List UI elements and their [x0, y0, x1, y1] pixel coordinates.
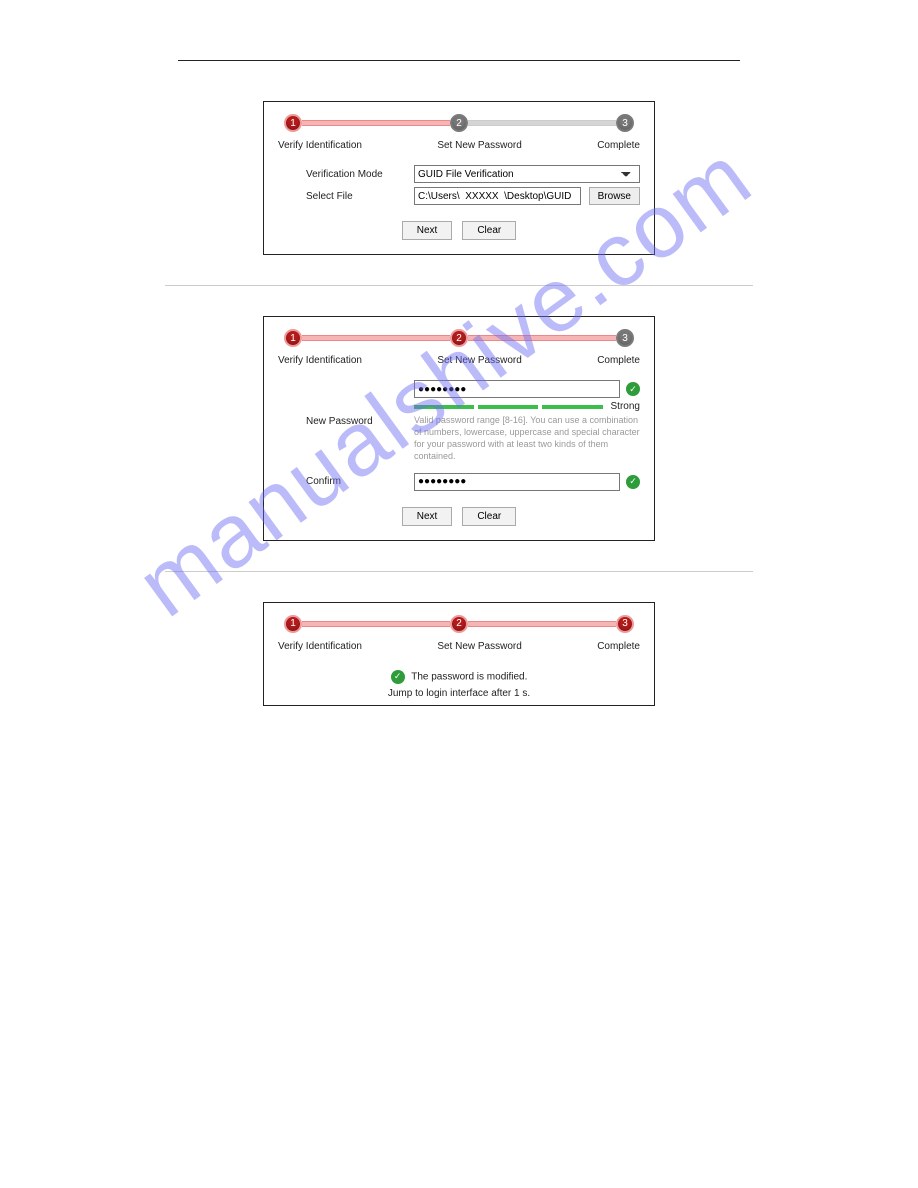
step-node-2: 2 [450, 114, 468, 132]
success-message-row: ✓ The password is modified. [278, 670, 640, 684]
strength-segment [478, 405, 538, 409]
stepper: 1 2 3 [284, 615, 634, 633]
strength-label: Strong [611, 401, 640, 412]
strength-segment [414, 405, 474, 409]
step-line-1-2 [302, 120, 450, 126]
clear-button[interactable]: Clear [462, 507, 516, 526]
step-node-3: 3 [616, 329, 634, 347]
verification-mode-label: Verification Mode [306, 169, 406, 180]
step-line-2-3 [468, 335, 616, 341]
jump-message: Jump to login interface after 1 s. [278, 688, 640, 699]
step-line-2-3 [468, 120, 616, 126]
step-line-1-2 [302, 621, 450, 627]
step-label-2: Set New Password [362, 355, 597, 366]
step-label-1: Verify Identification [278, 140, 362, 151]
step-node-2: 2 [450, 615, 468, 633]
confirm-label: Confirm [306, 476, 406, 487]
step-label-2: Set New Password [362, 641, 597, 652]
step-line-2-3 [468, 621, 616, 627]
password-strength-bar: Strong [414, 401, 640, 412]
step-label-1: Verify Identification [278, 355, 362, 366]
separator-1 [165, 285, 753, 286]
strength-segment [542, 405, 602, 409]
success-message: The password is modified. [411, 671, 527, 682]
step-node-1: 1 [284, 329, 302, 347]
verification-mode-select[interactable]: GUID File Verification [414, 165, 640, 183]
step-label-2: Set New Password [362, 140, 597, 151]
browse-button[interactable]: Browse [589, 187, 640, 205]
top-rule [178, 60, 740, 61]
step-node-1: 1 [284, 114, 302, 132]
step-labels: Verify Identification Set New Password C… [278, 355, 640, 366]
confirm-password-input[interactable] [414, 473, 620, 491]
step-label-1: Verify Identification [278, 641, 362, 652]
password-hint: Valid password range [8-16]. You can use… [414, 414, 640, 463]
check-icon: ✓ [626, 475, 640, 489]
next-button[interactable]: Next [402, 221, 453, 240]
step-node-3: 3 [616, 114, 634, 132]
check-icon: ✓ [391, 670, 405, 684]
step-labels: Verify Identification Set New Password C… [278, 140, 640, 151]
dialog-set-new-password: 1 2 3 Verify Identification Set New Pass… [263, 316, 655, 541]
clear-button[interactable]: Clear [462, 221, 516, 240]
separator-2 [165, 571, 753, 572]
select-file-label: Select File [306, 191, 406, 202]
step-node-1: 1 [284, 615, 302, 633]
step-line-1-2 [302, 335, 450, 341]
dialog-verify-identification: 1 2 3 Verify Identification Set New Pass… [263, 101, 655, 255]
step-node-2: 2 [450, 329, 468, 347]
check-icon: ✓ [626, 382, 640, 396]
step-label-3: Complete [597, 140, 640, 151]
select-file-input[interactable] [414, 187, 581, 205]
step-labels: Verify Identification Set New Password C… [278, 641, 640, 652]
new-password-input[interactable] [414, 380, 620, 398]
next-button[interactable]: Next [402, 507, 453, 526]
step-label-3: Complete [597, 641, 640, 652]
step-node-3: 3 [616, 615, 634, 633]
stepper: 1 2 3 [284, 114, 634, 132]
stepper: 1 2 3 [284, 329, 634, 347]
step-label-3: Complete [597, 355, 640, 366]
new-password-label: New Password [306, 416, 406, 427]
dialog-complete: 1 2 3 Verify Identification Set New Pass… [263, 602, 655, 706]
